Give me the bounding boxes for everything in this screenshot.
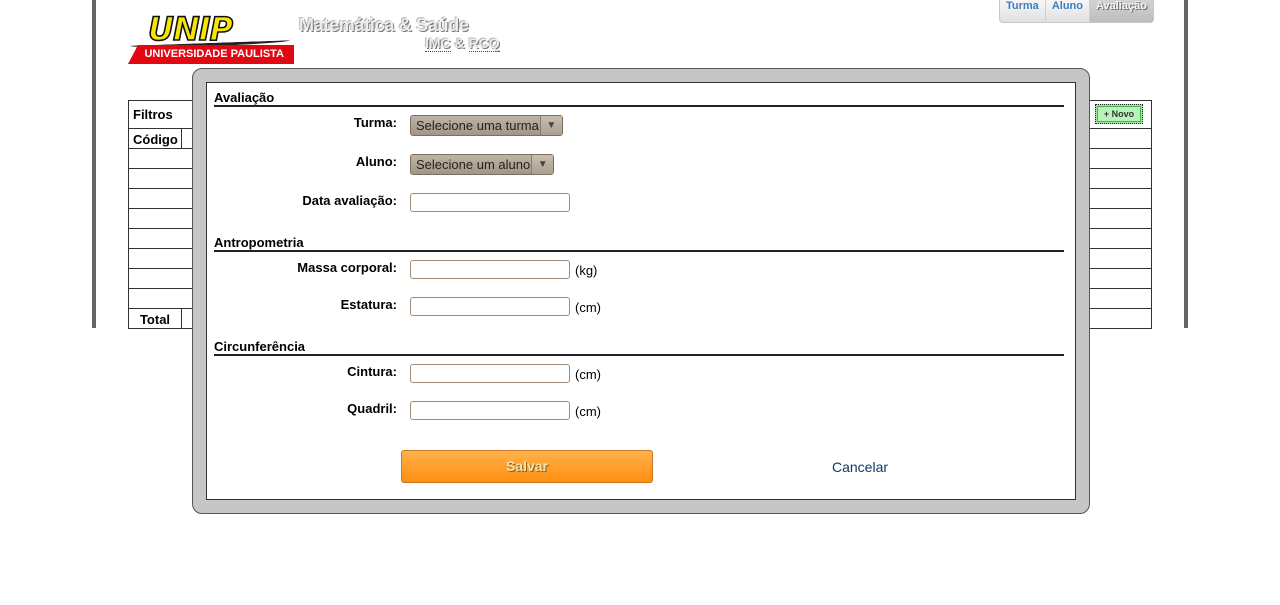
aluno-select[interactable]: Selecione um aluno ▼: [410, 154, 555, 175]
grid-column-divider: [181, 308, 182, 328]
cintura-input[interactable]: [410, 364, 570, 383]
aluno-select-value: Selecione um aluno: [416, 157, 531, 172]
evaluation-dialog: Avaliação Turma: Selecione uma turma ▼ A…: [192, 68, 1090, 514]
app-links: IMC & RCQ: [425, 35, 500, 52]
cancel-link[interactable]: Cancelar: [832, 459, 888, 475]
data-avaliacao-label: Data avaliação:: [302, 193, 397, 208]
quadril-input[interactable]: [410, 401, 570, 420]
grid-column-divider: [181, 128, 182, 148]
data-avaliacao-input[interactable]: [410, 193, 570, 212]
massa-unit: (kg): [575, 263, 598, 278]
estatura-unit: (cm): [575, 300, 601, 315]
footer-total: Total: [139, 312, 171, 327]
rcq-link[interactable]: RCQ: [468, 35, 500, 52]
page-frame-right: [1184, 0, 1188, 328]
save-button[interactable]: Salvar: [401, 450, 653, 483]
filters-label: Filtros: [133, 107, 173, 122]
dropdown-arrow-icon: ▼: [531, 155, 554, 174]
cintura-unit: (cm): [575, 367, 601, 382]
imc-link[interactable]: IMC: [425, 35, 451, 52]
logo-band: UNIVERSIDADE PAULISTA: [128, 45, 294, 64]
massa-corporal-input[interactable]: [410, 260, 570, 279]
tab-aluno[interactable]: Aluno: [1046, 0, 1090, 22]
new-button[interactable]: + Novo: [1095, 104, 1143, 124]
quadril-label: Quadril:: [347, 401, 397, 416]
new-button-label: + Novo: [1097, 106, 1141, 122]
section-circunferencia: Circunferência: [214, 339, 1064, 356]
cintura-label: Cintura:: [347, 364, 397, 379]
turma-label: Turma:: [353, 115, 397, 130]
column-header-codigo[interactable]: Código: [133, 132, 178, 147]
massa-corporal-label: Massa corporal:: [297, 260, 397, 275]
top-tabs: Turma Aluno Avaliação: [999, 0, 1154, 23]
link-separator: &: [454, 35, 465, 51]
section-antropometria: Antropometria: [214, 235, 1064, 252]
estatura-input[interactable]: [410, 297, 570, 316]
evaluation-form: Avaliação Turma: Selecione uma turma ▼ A…: [206, 82, 1076, 500]
turma-select[interactable]: Selecione uma turma ▼: [410, 115, 563, 136]
turma-select-value: Selecione uma turma: [416, 118, 539, 133]
aluno-label: Aluno:: [355, 154, 397, 169]
page-frame-left: [92, 0, 96, 328]
unip-logo: UNIP UNIVERSIDADE PAULISTA: [128, 12, 294, 64]
app-title: Matemática & Saúde: [299, 15, 469, 35]
estatura-label: Estatura:: [340, 297, 397, 312]
tab-turma[interactable]: Turma: [1000, 0, 1046, 22]
dropdown-arrow-icon: ▼: [539, 116, 562, 135]
quadril-unit: (cm): [575, 404, 601, 419]
section-avaliacao: Avaliação: [214, 90, 1064, 107]
tab-avaliacao[interactable]: Avaliação: [1089, 0, 1153, 22]
